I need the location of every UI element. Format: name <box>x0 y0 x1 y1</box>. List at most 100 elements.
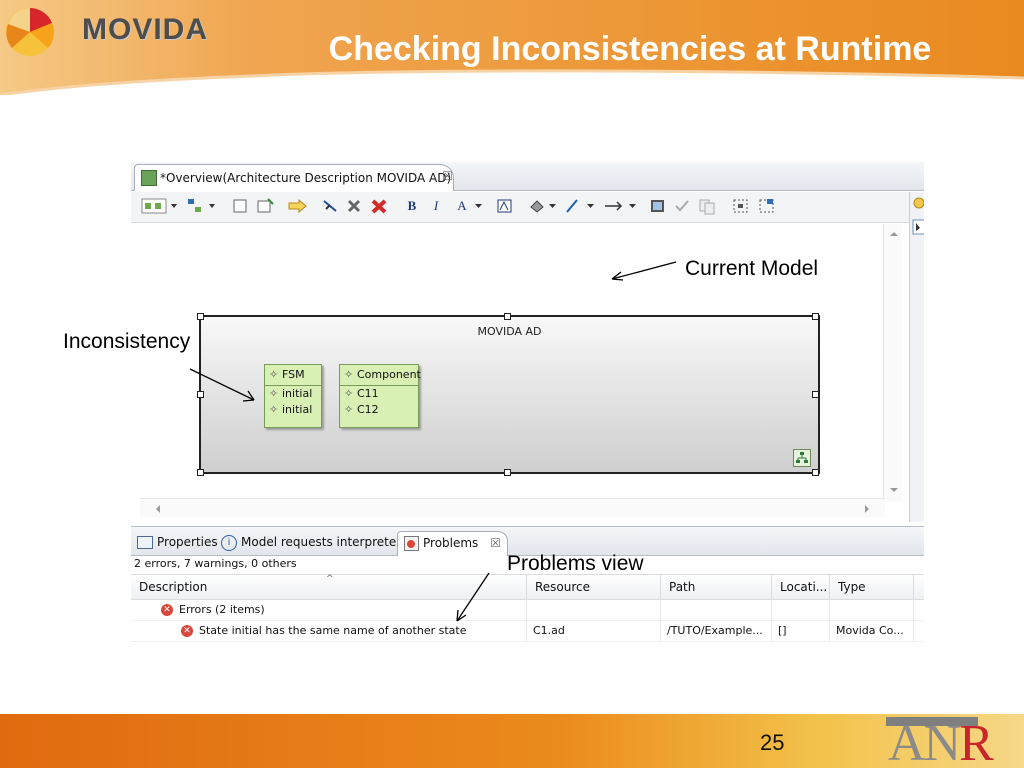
resize-handle[interactable] <box>812 391 819 398</box>
palette-strip <box>909 192 924 522</box>
movida-logo-icon <box>4 4 56 58</box>
tab-label: Problems <box>423 536 479 550</box>
column-path[interactable]: Path <box>661 575 772 599</box>
location-cell <box>772 599 830 620</box>
line-style-icon[interactable] <box>603 197 643 215</box>
type-cell: Movida Co... <box>830 620 914 641</box>
resource-cell: C1.ad <box>527 620 661 641</box>
list-item[interactable]: ✧ C11 <box>340 386 418 402</box>
tab-properties[interactable]: Properties <box>137 531 218 555</box>
fsm-node-name: FSM <box>282 368 305 381</box>
path-cell <box>661 599 772 620</box>
column-type[interactable]: Type <box>830 575 914 599</box>
chevron-down-icon[interactable] <box>473 197 485 215</box>
resize-handle[interactable] <box>812 313 819 320</box>
cell-text: State initial has the same name of anoth… <box>199 624 467 637</box>
table-row[interactable]: ✕ State initial has the same name of anot… <box>131 620 924 642</box>
column-location[interactable]: Locati... <box>772 575 830 599</box>
editor-tab-label: *Overview(Architecture Description MOVID… <box>160 171 452 185</box>
component-label: C11 <box>357 387 379 400</box>
fsm-node[interactable]: ✧ FSM ✧ initial ✧ initial <box>264 364 322 428</box>
resource-cell <box>527 599 661 620</box>
state-label: initial <box>282 387 313 400</box>
editor-tab-bar: *Overview(Architecture Description MOVID… <box>131 162 924 191</box>
column-resource[interactable]: Resource <box>527 575 661 599</box>
tab-label: Properties <box>157 535 218 549</box>
table-row[interactable]: ✕ Errors (2 items) <box>131 599 924 621</box>
node-header: ✧ FSM <box>265 365 321 385</box>
current-model-annotation: Current Model <box>685 257 819 280</box>
diagram-toolbar: B I A <box>131 192 909 223</box>
state-icon: ✧ <box>269 368 279 381</box>
sort-icon: ^ <box>326 574 334 584</box>
info-icon: i <box>221 534 237 551</box>
resize-handle[interactable] <box>197 313 204 320</box>
bold-button[interactable]: B <box>403 197 421 215</box>
component-icon: ✧ <box>344 403 354 416</box>
zoom-fit-icon[interactable] <box>731 197 751 215</box>
vertical-scrollbar[interactable] <box>883 224 902 502</box>
anr-letters: ANR <box>888 715 994 772</box>
close-icon[interactable]: ☒ <box>442 169 453 183</box>
component-node[interactable]: ✧ Component ✧ C11 ✧ C12 <box>339 364 421 428</box>
error-icon: ✕ <box>181 625 193 637</box>
image-icon[interactable] <box>649 197 667 215</box>
horizontal-scrollbar[interactable] <box>140 498 885 517</box>
validate-icon[interactable] <box>673 197 691 215</box>
tab-model-requests-interpreter[interactable]: i Model requests interpreter <box>221 531 401 555</box>
problems-summary: 2 errors, 7 warnings, 0 others <box>134 557 297 570</box>
resize-handle[interactable] <box>504 313 511 320</box>
component-icon: ✧ <box>344 368 354 381</box>
properties-icon <box>137 536 153 549</box>
hide-icon[interactable] <box>321 197 341 215</box>
italic-button[interactable]: I <box>427 197 445 215</box>
close-icon[interactable]: ☒ <box>490 536 501 550</box>
page-number: 25 <box>760 730 785 755</box>
path-cell: /TUTO/Example... <box>661 620 772 641</box>
font-color-button[interactable]: A <box>453 197 471 215</box>
description-cell: ✕ Errors (2 items) <box>131 599 527 620</box>
problems-icon <box>404 536 419 551</box>
column-label: Description <box>139 580 208 594</box>
type-cell <box>830 599 914 620</box>
component-icon: ✧ <box>344 387 354 400</box>
line-color-icon[interactable] <box>563 197 599 215</box>
delete-icon[interactable] <box>345 197 365 215</box>
architecture-container[interactable]: MOVIDA AD ✧ FSM ✧ initial ✧ initial ✧ Compon… <box>199 315 820 474</box>
state-icon: ✧ <box>269 387 279 400</box>
problems-view-annotation: Problems view <box>507 552 644 575</box>
new-note-icon[interactable] <box>231 197 251 215</box>
error-icon: ✕ <box>161 604 173 616</box>
state-icon: ✧ <box>269 403 279 416</box>
fill-color-icon[interactable] <box>495 197 515 215</box>
paint-bucket-icon[interactable] <box>527 197 561 215</box>
arrange-icon[interactable] <box>185 197 219 215</box>
tab-label: Model requests interpreter <box>241 535 402 549</box>
container-title: MOVIDA AD <box>477 325 542 338</box>
anr-logo: ANR <box>888 715 994 772</box>
select-tool-icon[interactable] <box>141 197 181 215</box>
subdiagram-icon[interactable] <box>793 449 811 467</box>
editor-tab[interactable]: *Overview(Architecture Description MOVID… <box>134 164 454 191</box>
cell-text: Errors (2 items) <box>179 603 265 616</box>
list-item[interactable]: ✧ C12 <box>340 402 418 418</box>
resize-handle[interactable] <box>812 469 819 476</box>
tab-problems[interactable]: Problems ☒ <box>397 531 508 556</box>
copy-format-icon[interactable] <box>697 197 717 215</box>
description-cell: ✕ State initial has the same name of anot… <box>131 620 527 641</box>
resize-handle[interactable] <box>197 469 204 476</box>
column-description[interactable]: Description ^ <box>131 574 527 599</box>
list-item[interactable]: ✧ initial <box>265 402 321 418</box>
delete-model-icon[interactable] <box>369 197 391 215</box>
resize-handle[interactable] <box>504 469 511 476</box>
slide-title: Checking Inconsistencies at Runtime <box>328 30 932 68</box>
new-text-icon[interactable] <box>255 197 277 215</box>
layout-icon[interactable] <box>757 197 777 215</box>
inconsistency-annotation: Inconsistency <box>63 330 191 353</box>
location-cell: [] <box>772 620 830 641</box>
component-label: C12 <box>357 403 379 416</box>
navigate-icon[interactable] <box>287 197 309 215</box>
list-item[interactable]: ✧ initial <box>265 386 321 402</box>
problems-table-header: Description ^ Resource Path Locati... Typ… <box>131 574 924 600</box>
resize-handle[interactable] <box>197 391 204 398</box>
